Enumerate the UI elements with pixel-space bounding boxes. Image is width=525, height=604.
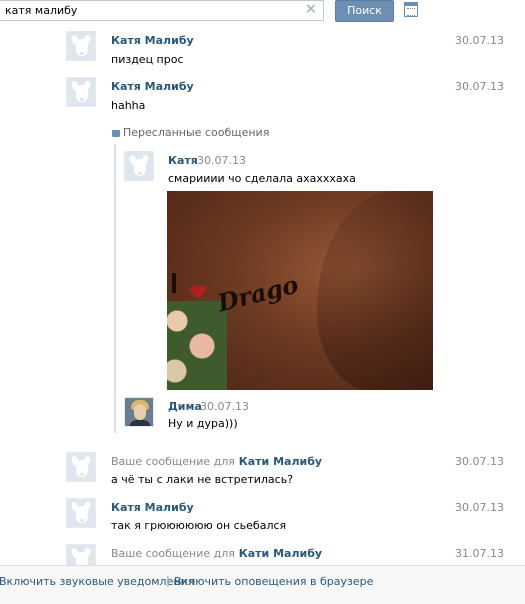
search-button[interactable]: Поиск xyxy=(335,0,394,22)
notification-bar: Включить звуковые уведомления | Включить… xyxy=(0,565,525,604)
forwarded-label-text: Пересланные сообщения xyxy=(123,126,270,139)
forwarded-messages-label: Пересланные сообщения xyxy=(112,126,269,139)
separator: | xyxy=(166,574,170,587)
forwarded-text: Ну и дура))) xyxy=(168,417,238,430)
message-text: так я грюююююю он сьебался xyxy=(111,519,287,532)
photo-attachment[interactable]: Drago xyxy=(167,191,433,390)
search-input[interactable]: катя малибу × xyxy=(0,0,324,21)
message-text: а чё ты с лаки не встретилась? xyxy=(111,473,294,486)
avatar[interactable] xyxy=(66,31,96,61)
message-author[interactable]: Катя Малибу xyxy=(111,501,194,514)
calendar-icon[interactable] xyxy=(404,2,418,17)
tattoo-text: Drago xyxy=(214,269,302,318)
message-date[interactable]: 31.07.13 xyxy=(455,547,504,560)
message-date[interactable]: 30.07.13 xyxy=(455,34,504,47)
message-date[interactable]: 30.07.13 xyxy=(455,455,504,468)
forwarded-date: 30.07.13 xyxy=(197,154,246,167)
avatar[interactable] xyxy=(66,452,96,482)
message-author[interactable]: Катя Малибу xyxy=(111,80,194,93)
forwarded-divider xyxy=(114,144,116,433)
avatar[interactable] xyxy=(66,77,96,107)
enable-browser-notifications-link[interactable]: Включить оповещения в браузере xyxy=(174,575,373,588)
message-date[interactable]: 30.07.13 xyxy=(455,501,504,514)
message-date[interactable]: 30.07.13 xyxy=(455,80,504,93)
message-author[interactable]: Ваше сообщение для Кати Малибу xyxy=(111,547,322,560)
clear-search-icon[interactable]: × xyxy=(305,1,317,17)
avatar[interactable] xyxy=(124,151,154,181)
message-recipient[interactable]: Кати Малибу xyxy=(239,455,322,468)
forward-icon xyxy=(112,130,120,137)
forwarded-date: 30.07.13 xyxy=(200,400,249,413)
search-input-value[interactable]: катя малибу xyxy=(5,4,77,17)
forwarded-author[interactable]: Дима xyxy=(168,400,202,413)
message-text: пиздец прос xyxy=(111,53,184,66)
avatar[interactable] xyxy=(66,498,96,528)
message-author[interactable]: Ваше сообщение для Кати Малибу xyxy=(111,455,322,468)
avatar[interactable] xyxy=(124,397,154,427)
message-text: hahha xyxy=(111,99,146,112)
forwarded-author[interactable]: Катя xyxy=(168,154,198,167)
heart-tattoo-icon xyxy=(191,286,205,298)
floral-pattern xyxy=(167,301,227,390)
message-prefix: Ваше сообщение для xyxy=(111,547,235,560)
forwarded-text: смарииии чо сделала ахахххаха xyxy=(168,172,356,185)
message-recipient[interactable]: Кати Малибу xyxy=(239,547,322,560)
message-prefix: Ваше сообщение для xyxy=(111,455,235,468)
message-author[interactable]: Катя Малибу xyxy=(111,34,194,47)
